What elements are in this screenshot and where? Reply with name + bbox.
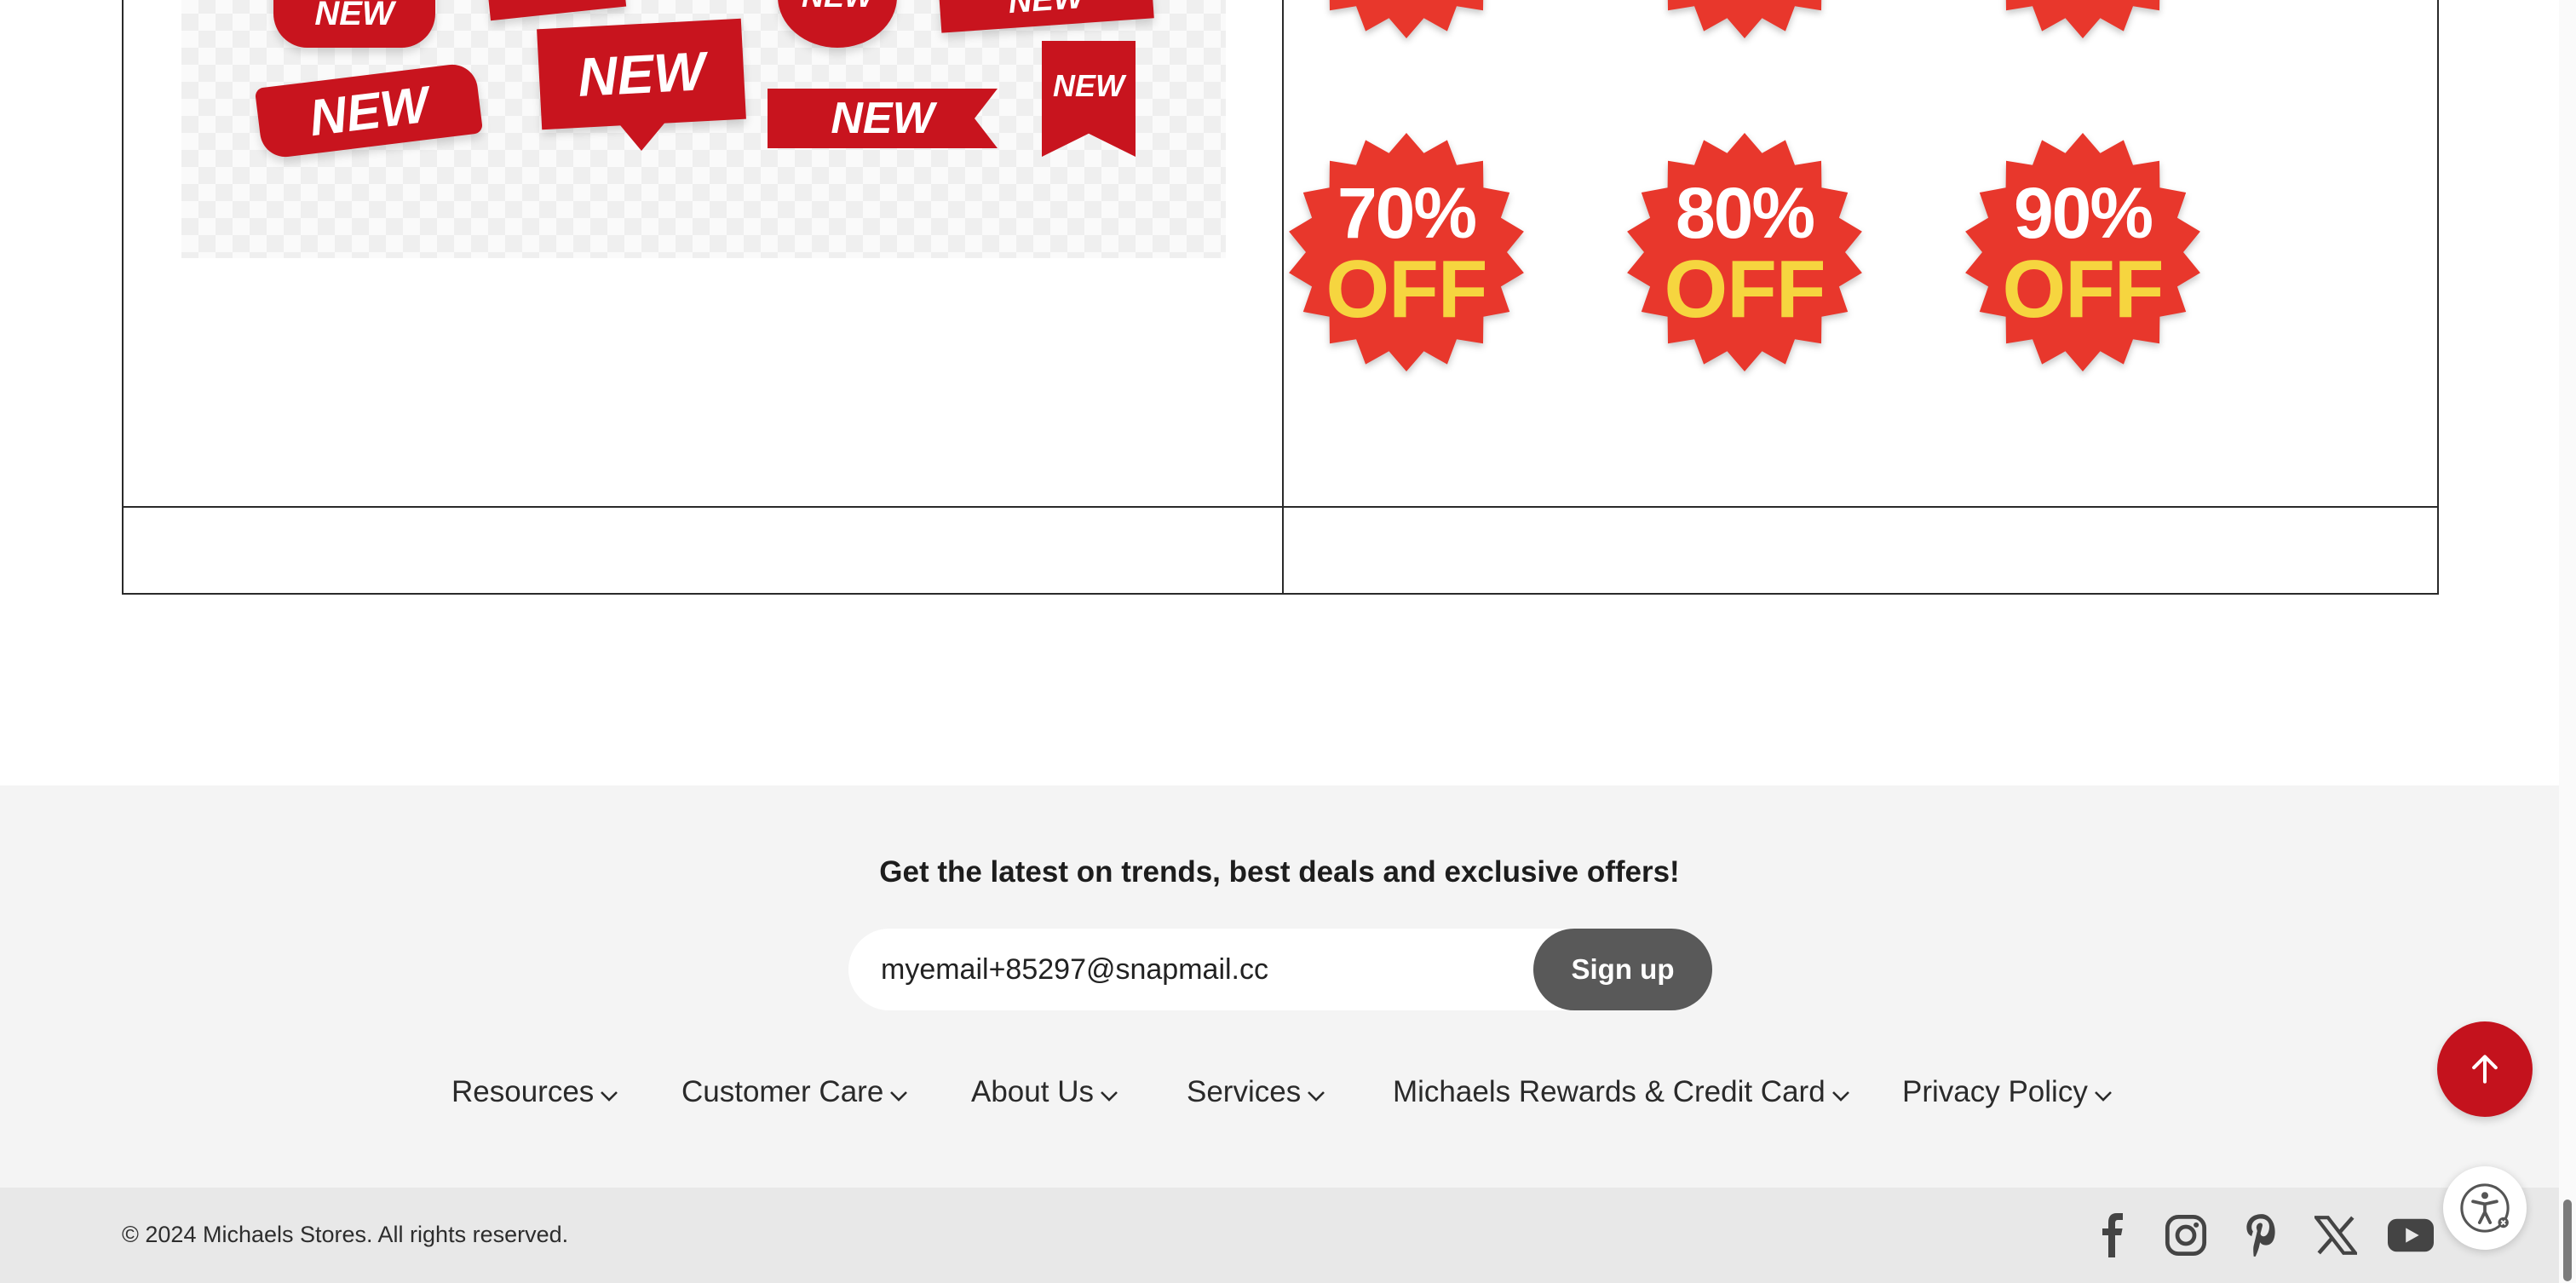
ribbon-graphic: NEW xyxy=(778,0,897,48)
badge-off-label: OFF xyxy=(1664,244,1826,335)
ribbon-graphic xyxy=(616,120,667,151)
discount-badge: 80% OFF xyxy=(1621,129,1868,376)
ribbon-graphic: NEW xyxy=(938,0,1154,33)
badge-off-label: OFF xyxy=(1325,244,1488,335)
footer-nav-services[interactable]: Services xyxy=(1187,1075,1326,1109)
back-to-top-button[interactable] xyxy=(2437,1021,2533,1117)
youtube-icon[interactable] xyxy=(2387,1211,2435,1259)
footer-nav-label: Michaels Rewards & Credit Card xyxy=(1393,1075,1826,1108)
chevron-down-icon xyxy=(601,1091,618,1102)
copyright-text: © 2024 Michaels Stores. All rights reser… xyxy=(122,1222,569,1247)
arrow-up-icon xyxy=(2472,1055,2498,1084)
footer-nav-label: About Us xyxy=(971,1075,1094,1108)
discount-badge: 70% OFF xyxy=(1283,129,1530,376)
table-divider xyxy=(124,506,2437,508)
ribbon-graphic: NEW xyxy=(254,61,484,160)
new-ribbons-image: NEW NEW NEW NEW NEW NEW NEW xyxy=(181,0,1226,258)
facebook-icon[interactable] xyxy=(2089,1211,2136,1259)
footer-nav: Resources Customer Care About Us Service… xyxy=(0,1075,2559,1116)
footer-nav-label: Resources xyxy=(451,1075,595,1108)
chevron-down-icon xyxy=(1101,1091,1118,1102)
discount-badge: 90% OFF xyxy=(1959,129,2206,376)
content-table: NEW NEW NEW NEW NEW NEW NEW 70%OFF80%OFF… xyxy=(122,0,2439,595)
email-field[interactable] xyxy=(881,929,1528,1010)
badge-percent: 70% xyxy=(1337,173,1477,253)
accessibility-button[interactable] xyxy=(2443,1166,2527,1250)
chevron-down-icon xyxy=(890,1091,908,1102)
ribbon-graphic: NEW xyxy=(768,89,998,148)
discount-badge xyxy=(1283,0,1530,43)
ribbon-graphic: NEW xyxy=(537,18,746,130)
chevron-down-icon xyxy=(1308,1091,1325,1102)
newsletter-title: Get the latest on trends, best deals and… xyxy=(879,855,1680,889)
badge-percent: 90% xyxy=(2013,173,2153,253)
chevron-down-icon xyxy=(2094,1091,2112,1102)
scrollbar-thumb[interactable] xyxy=(2563,1200,2572,1281)
instagram-icon[interactable] xyxy=(2162,1211,2210,1259)
badge-off-label: OFF xyxy=(2002,244,2165,335)
newsletter-form: Sign up xyxy=(848,929,1712,1010)
accessibility-icon xyxy=(2460,1183,2510,1233)
footer-nav-label: Customer Care xyxy=(681,1075,884,1108)
ribbon-graphic: NEW xyxy=(273,0,435,48)
footer-nav-customer-care[interactable]: Customer Care xyxy=(681,1075,909,1109)
footer-nav-about-us[interactable]: About Us xyxy=(971,1075,1119,1109)
sign-up-button[interactable]: Sign up xyxy=(1533,929,1712,1010)
footer-nav-rewards-credit-card[interactable]: Michaels Rewards & Credit Card xyxy=(1393,1075,1851,1109)
page-scrollbar[interactable] xyxy=(2559,0,2576,1283)
footer-nav-privacy-policy[interactable]: Privacy Policy xyxy=(1902,1075,2113,1109)
x-icon[interactable] xyxy=(2312,1211,2360,1259)
footer-nav-label: Privacy Policy xyxy=(1902,1075,2088,1108)
footer-nav-resources[interactable]: Resources xyxy=(451,1075,619,1109)
ribbon-graphic: NEW xyxy=(1042,41,1136,157)
discount-badge xyxy=(1959,0,2206,43)
ribbon-graphic xyxy=(486,0,627,21)
footer-nav-label: Services xyxy=(1187,1075,1302,1108)
badge-percent: 80% xyxy=(1675,173,1815,253)
footer-bottom-bar: © 2024 Michaels Stores. All rights reser… xyxy=(0,1188,2559,1283)
discount-badge xyxy=(1621,0,1868,43)
chevron-down-icon xyxy=(1831,1091,1849,1102)
pinterest-icon[interactable] xyxy=(2237,1211,2285,1259)
